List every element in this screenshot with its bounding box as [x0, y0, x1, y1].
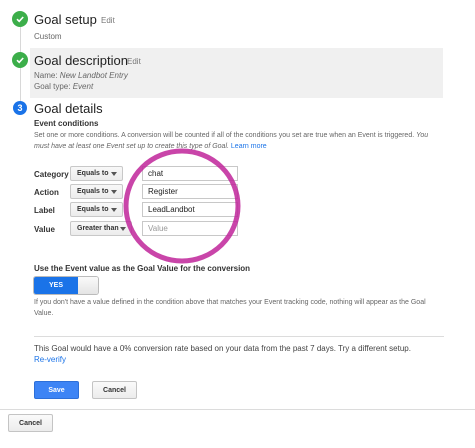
conversion-rate-text: This Goal would have a 0% conversion rat…: [34, 344, 411, 353]
footer-cancel-button[interactable]: Cancel: [8, 414, 53, 432]
caret-down-icon: [111, 190, 117, 194]
label-operator-select[interactable]: Equals to: [70, 202, 123, 217]
use-event-value-toggle[interactable]: YES: [34, 277, 98, 294]
goal-name-value: New Landbot Entry: [59, 71, 128, 80]
highlight-circle: [123, 148, 241, 264]
goal-description-edit-link[interactable]: Edit: [127, 57, 141, 66]
goal-details-cancel-button[interactable]: Cancel: [92, 381, 137, 399]
event-value-heading: Use the Event value as the Goal Value fo…: [34, 264, 251, 273]
goal-setup-value: Custom: [34, 32, 62, 41]
category-label: Category: [34, 170, 69, 179]
goal-type-value: Event: [72, 82, 94, 91]
toggle-yes-label: YES: [34, 277, 78, 294]
value-operator-value: Greater than: [77, 225, 119, 232]
event-conditions-heading: Event conditions: [34, 119, 99, 128]
goal-description-title: Goal description: [34, 53, 128, 68]
save-button[interactable]: Save: [34, 381, 79, 399]
goal-setup-title: Goal setup: [34, 12, 97, 27]
conditions-desc-text: Set one or more conditions. A conversion…: [34, 132, 415, 139]
goal-description-check-icon: [12, 52, 28, 68]
caret-down-icon: [111, 208, 117, 212]
section-divider: [34, 336, 444, 337]
action-operator-select[interactable]: Equals to: [70, 184, 123, 199]
event-value-note: If you don't have a value defined in the…: [34, 299, 426, 317]
action-label: Action: [34, 188, 59, 197]
reverify-link[interactable]: Re-verify: [34, 355, 66, 364]
goal-details-step-number: 3: [13, 101, 27, 115]
label-operator-value: Equals to: [77, 206, 109, 213]
goal-setup-edit-link[interactable]: Edit: [101, 16, 115, 25]
goal-type-label: Goal type:: [34, 82, 71, 91]
goal-type-line: Goal type: Event: [34, 82, 93, 91]
action-operator-value: Equals to: [77, 188, 109, 195]
value-label: Value: [34, 225, 55, 234]
toggle-knob: [78, 277, 98, 294]
goal-name-line: Name: New Landbot Entry: [34, 71, 128, 80]
goal-details-title: Goal details: [34, 101, 103, 116]
goal-name-label: Name:: [34, 71, 58, 80]
goal-setup-check-icon: [12, 11, 28, 27]
label-label: Label: [34, 206, 55, 215]
footer-divider: [0, 409, 475, 410]
caret-down-icon: [111, 172, 117, 176]
category-operator-select[interactable]: Equals to: [70, 166, 123, 181]
category-operator-value: Equals to: [77, 170, 109, 177]
